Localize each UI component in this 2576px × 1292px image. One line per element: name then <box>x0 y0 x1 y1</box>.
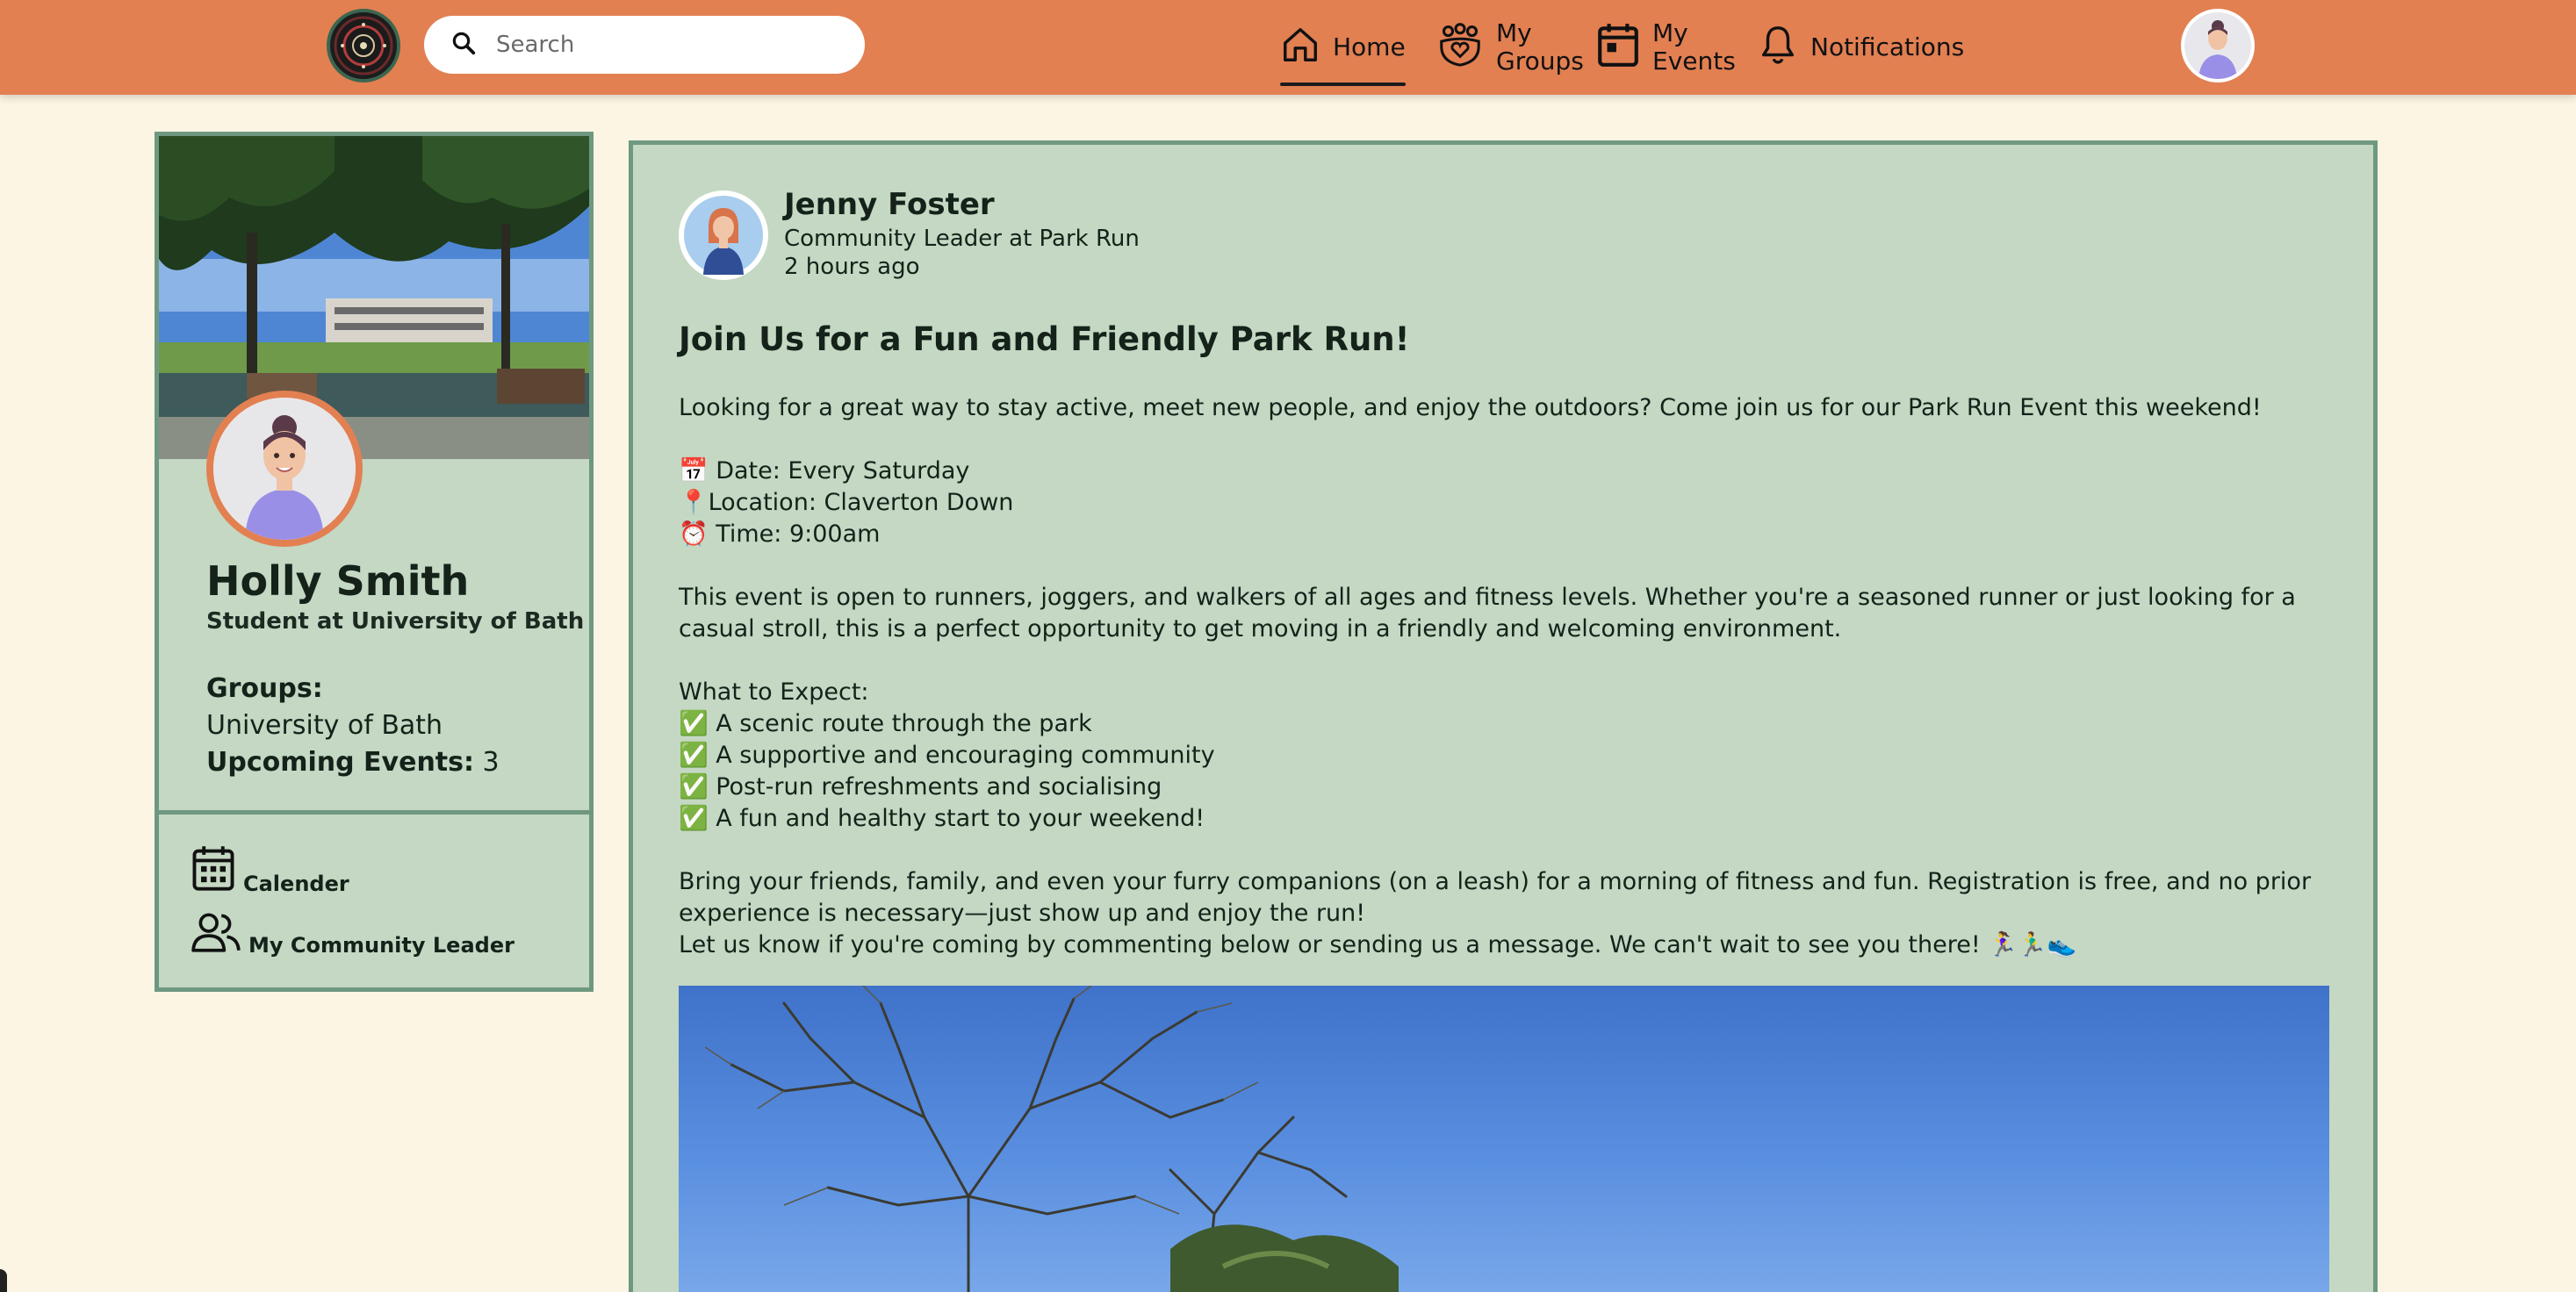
post-expect-item: ✅ A scenic route through the park <box>679 710 1092 737</box>
post-author-name[interactable]: Jenny Foster <box>784 187 995 222</box>
profile-groups-label: Groups: <box>206 673 323 704</box>
post-expect-item: ✅ A fun and healthy start to your weeken… <box>679 805 1205 832</box>
community-leader-link[interactable]: My Community Leader <box>191 910 514 959</box>
post-title: Join Us for a Fun and Friendly Park Run! <box>679 320 1410 358</box>
nav-events-label-line2: Events <box>1652 47 1736 75</box>
nav-notifications-label: Notifications <box>1810 32 1965 61</box>
events-calendar-icon <box>1596 21 1640 75</box>
people-icon <box>191 910 241 959</box>
post-location: 📍Location: Claverton Down <box>679 489 1014 516</box>
upcoming-events-label: Upcoming Events: <box>206 747 474 778</box>
top-navigation-bar: Home My Groups <box>0 0 2576 95</box>
bell-icon <box>1758 23 1798 73</box>
post-author-avatar[interactable] <box>679 190 768 280</box>
profile-name: Holly Smith <box>206 557 470 605</box>
post-paragraph-3: Let us know if you're coming by commenti… <box>679 931 2077 958</box>
search-bar[interactable] <box>424 16 865 74</box>
profile-groups-value: University of Bath <box>206 710 443 741</box>
app-logo-icon[interactable] <box>327 9 400 83</box>
profile-role: Student at University of Bath <box>206 608 585 635</box>
profile-upcoming-events: Upcoming Events: 3 <box>206 747 500 778</box>
search-input[interactable] <box>496 32 830 58</box>
post-time: ⏰ Time: 9:00am <box>679 520 881 548</box>
nav-my-events[interactable]: My Events <box>1596 12 1736 83</box>
post-paragraph-2: Bring your friends, family, and even you… <box>679 868 2312 927</box>
nav-my-groups[interactable]: My Groups <box>1436 12 1584 83</box>
groups-icon <box>1436 21 1484 75</box>
home-icon <box>1280 25 1320 71</box>
search-icon <box>450 30 477 60</box>
nav-active-indicator <box>1280 83 1406 86</box>
post-date: 📅 Date: Every Saturday <box>679 457 970 484</box>
profile-cover-photo <box>159 136 589 459</box>
profile-divider <box>159 810 589 815</box>
post-paragraph-1: This event is open to runners, joggers, … <box>679 584 2296 642</box>
community-leader-link-label: My Community Leader <box>248 933 514 958</box>
window-corner <box>0 1269 7 1292</box>
post-image[interactable] <box>679 986 2329 1292</box>
calendar-link[interactable]: Calender <box>191 843 349 898</box>
nav-notifications[interactable]: Notifications <box>1758 12 1964 83</box>
profile-card: Holly Smith Student at University of Bat… <box>155 132 594 992</box>
post-expect-item: ✅ Post-run refreshments and socialising <box>679 773 1162 800</box>
post-author-role: Community Leader at Park Run <box>784 226 1140 252</box>
user-avatar-button[interactable] <box>2181 9 2255 83</box>
post-body: Looking for a great way to stay active, … <box>679 392 2338 961</box>
profile-avatar[interactable] <box>206 391 363 547</box>
nav-groups-label-line2: Groups <box>1496 47 1584 75</box>
nav-home-label: Home <box>1333 32 1406 61</box>
nav-groups-label-line1: My <box>1496 18 1532 47</box>
post-expect-item: ✅ A supportive and encouraging community <box>679 742 1215 769</box>
calendar-icon <box>191 843 236 898</box>
post-timestamp: 2 hours ago <box>784 254 920 280</box>
calendar-link-label: Calender <box>243 872 349 896</box>
post-card: Jenny Foster Community Leader at Park Ru… <box>629 140 2378 1292</box>
nav-home[interactable]: Home <box>1280 12 1406 86</box>
upcoming-events-count: 3 <box>482 747 500 778</box>
post-expect-heading: What to Expect: <box>679 678 869 706</box>
post-intro: Looking for a great way to stay active, … <box>679 394 2262 421</box>
nav-events-label-line1: My <box>1652 18 1688 47</box>
